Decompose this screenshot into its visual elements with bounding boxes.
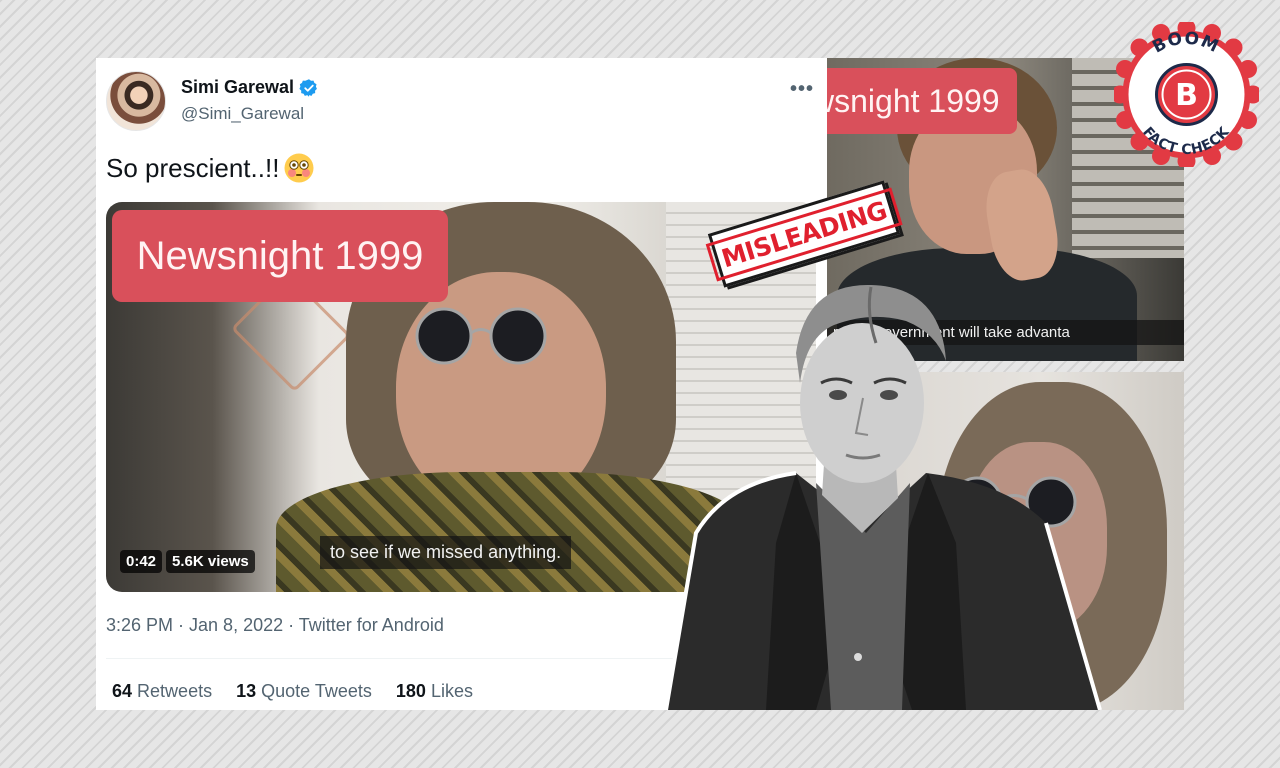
video-stats: 0:42 5.6K views <box>120 550 255 573</box>
tweet-timestamp[interactable]: 3:26 PM · Jan 8, 2022 · Twitter for Andr… <box>106 615 444 636</box>
likes-stat[interactable]: 180 Likes <box>396 681 473 702</box>
quote-tweets-label: Quote Tweets <box>261 681 372 701</box>
video-subtitle: to see if we missed anything. <box>320 536 572 569</box>
avatar[interactable] <box>106 71 166 131</box>
tweet-author-row: Simi Garewal <box>181 77 319 98</box>
cutout-portrait-photo <box>666 284 1102 710</box>
video-duration: 0:42 <box>120 550 163 573</box>
quote-tweets-count: 13 <box>236 681 257 701</box>
more-options-icon[interactable]: ••• <box>790 78 814 101</box>
author-display-name[interactable]: Simi Garewal <box>181 77 294 98</box>
flushed-face-emoji-icon <box>284 153 314 183</box>
likes-count: 180 <box>395 681 426 701</box>
quote-tweets-stat[interactable]: 13 Quote Tweets <box>236 681 372 702</box>
boom-fact-check-logo: B BOOM FACT CHECK <box>1114 22 1259 167</box>
engagement-stats: 64 Retweets 13 Quote Tweets 180 Likes <box>112 681 473 702</box>
verified-badge-icon <box>299 78 317 97</box>
round-sunglasses <box>415 307 547 365</box>
author-handle[interactable]: @Simi_Garewal <box>181 104 304 124</box>
tweet-text-row: So prescient..!! <box>106 152 315 184</box>
likes-label: Likes <box>430 681 473 701</box>
collage-caption-label: wsnight 1999 <box>827 68 1017 134</box>
retweets-label: Retweets <box>137 681 213 701</box>
retweets-stat[interactable]: 64 Retweets <box>112 681 212 702</box>
tweet-text: So prescient..!! <box>106 152 280 183</box>
video-views: 5.6K views <box>166 550 255 573</box>
svg-text:B: B <box>1175 78 1198 113</box>
retweets-count: 64 <box>112 681 133 701</box>
video-caption-label: Newsnight 1999 <box>112 210 448 302</box>
